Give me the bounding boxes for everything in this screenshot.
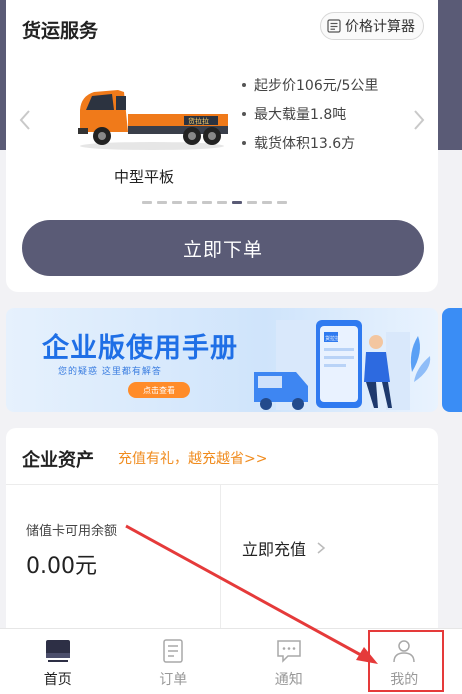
banner-illustration: 货拉拉 — [254, 320, 431, 410]
spec-text: 起步价106元/5公里 — [254, 77, 379, 94]
carousel-dot — [187, 201, 197, 204]
price-calculator-label: 价格计算器 — [345, 19, 415, 35]
divider — [220, 484, 221, 628]
balance-value: 0.00元 — [26, 554, 97, 579]
tab-label: 订单 — [159, 672, 188, 688]
home-icon — [45, 640, 70, 662]
notification-icon — [277, 640, 301, 663]
carousel-dot — [247, 201, 257, 204]
chevron-right-icon — [317, 542, 326, 554]
recharge-label: 立即充值 — [242, 540, 307, 559]
enterprise-assets-card: 企业资产 充值有礼，越充越省>> 储值卡可用余额 0.00元 立即充值 — [6, 428, 438, 628]
balance-label: 储值卡可用余额 — [26, 524, 118, 539]
carousel-indicator — [142, 201, 292, 204]
tab-label: 通知 — [274, 672, 303, 688]
spec-text: 载货体积13.6方 — [254, 135, 356, 152]
truck-logo-text: 货拉拉 — [188, 117, 209, 126]
carousel-prev-icon[interactable] — [18, 108, 32, 132]
tab-home[interactable]: 首页 — [0, 629, 116, 694]
calculator-icon — [327, 19, 341, 33]
tab-orders[interactable]: 订单 — [116, 629, 232, 694]
freight-title: 货运服务 — [22, 20, 99, 42]
annotation-highlight-box — [368, 630, 444, 692]
bullet-icon — [242, 111, 246, 116]
carousel-dot — [202, 201, 212, 204]
spec-item: 最大载量1.8吨 — [242, 99, 378, 128]
carousel-dot — [232, 201, 242, 204]
order-icon — [163, 639, 183, 663]
carousel-next-icon[interactable] — [412, 108, 426, 132]
carousel-dot — [217, 201, 227, 204]
banner-art-text: 货拉拉 — [325, 335, 340, 342]
tab-label: 首页 — [43, 672, 72, 688]
recharge-promo-link[interactable]: 充值有礼，越充越省>> — [118, 448, 267, 468]
carousel-dot — [277, 201, 287, 204]
order-now-button[interactable]: 立即下单 — [22, 220, 424, 276]
spec-item: 起步价106元/5公里 — [242, 70, 378, 99]
price-calculator-button[interactable]: 价格计算器 — [320, 12, 424, 40]
tab-notifications[interactable]: 通知 — [231, 629, 347, 694]
truck-image: 货拉拉 — [78, 90, 228, 150]
enterprise-manual-banner[interactable]: 企业版使用手册 您的疑惑 这里都有解答 点击查看 货拉拉 — [6, 308, 438, 412]
vehicle-name: 中型平板 — [114, 168, 175, 186]
bullet-icon — [242, 140, 246, 145]
carousel-dot — [172, 201, 182, 204]
banner-subtitle: 您的疑惑 这里都有解答 — [58, 367, 162, 377]
spec-text: 最大载量1.8吨 — [254, 106, 347, 123]
assets-title: 企业资产 — [22, 450, 94, 471]
freight-service-card: 货运服务 价格计算器 货拉拉 中型平板 起步价106元/5公里 最大载量1.8吨… — [6, 0, 438, 292]
carousel-dot — [157, 201, 167, 204]
carousel-dot — [262, 201, 272, 204]
recharge-button[interactable]: 立即充值 — [242, 536, 326, 560]
banner-view-button[interactable]: 点击查看 — [128, 382, 190, 398]
vehicle-specs: 起步价106元/5公里 最大载量1.8吨 载货体积13.6方 — [242, 70, 378, 157]
spec-item: 载货体积13.6方 — [242, 128, 378, 157]
carousel-dot — [142, 201, 152, 204]
next-banner-peek[interactable] — [442, 308, 462, 412]
bullet-icon — [242, 82, 246, 87]
banner-title: 企业版使用手册 — [42, 333, 238, 364]
divider — [6, 484, 438, 485]
